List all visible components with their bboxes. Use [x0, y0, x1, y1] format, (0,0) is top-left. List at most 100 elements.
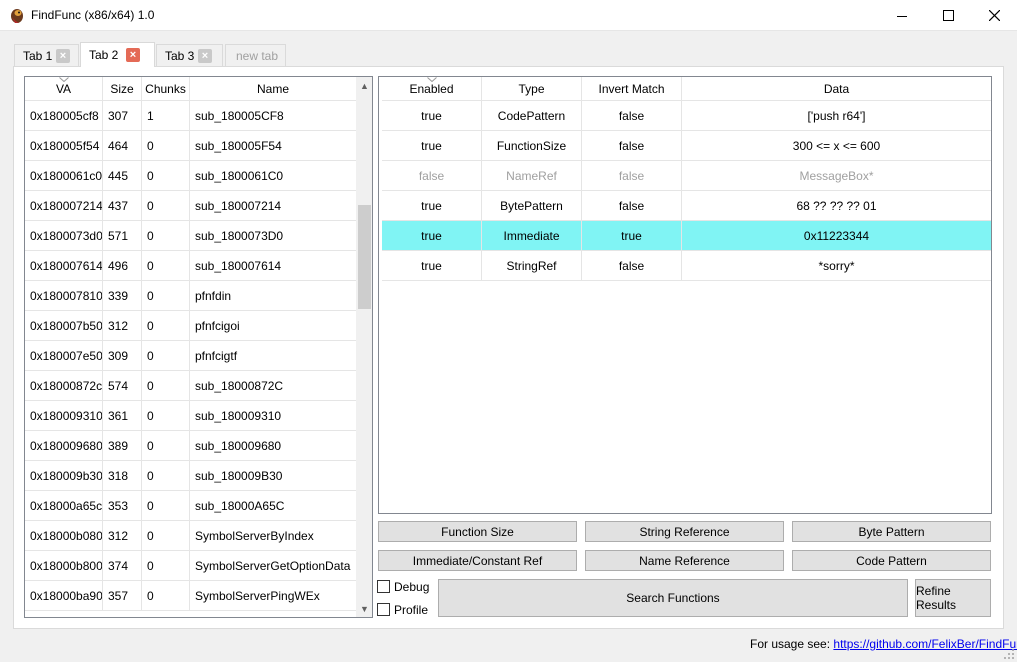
- table-row[interactable]: 0x180005f54 464 0 sub_180005F54: [25, 131, 356, 161]
- column-header-label: Chunks: [145, 82, 186, 96]
- window-title: FindFunc (x86/x64) 1.0: [31, 8, 155, 22]
- column-header-va[interactable]: VA: [25, 77, 103, 101]
- table-row[interactable]: 0x180007e50 309 0 pfnfcigtf: [25, 341, 356, 371]
- table-row[interactable]: 0x180009b30 318 0 sub_180009B30: [25, 461, 356, 491]
- functions-table[interactable]: VA Size Chunks Name 0x180005cf8 307 1 sub_1…: [24, 76, 373, 618]
- cell-name: sub_180005F54: [195, 138, 282, 153]
- cell-va: 0x18000a65c: [25, 491, 103, 520]
- cell-name: sub_180009310: [195, 408, 282, 423]
- cell-size: 353: [103, 491, 142, 520]
- cell-size: 496: [103, 251, 142, 280]
- search-functions-button[interactable]: Search Functions: [438, 579, 908, 617]
- string-reference-button[interactable]: String Reference: [585, 521, 784, 542]
- table-row[interactable]: 0x180007b50 312 0 pfnfcigoi: [25, 311, 356, 341]
- table-row[interactable]: 0x18000ba90 357 0 SymbolServerPingWEx: [25, 581, 356, 611]
- title-bar: FindFunc (x86/x64) 1.0: [0, 0, 1017, 31]
- cell-name: sub_1800073D0: [195, 228, 284, 243]
- usage-link[interactable]: https://github.com/FelixBer/FindFunc: [833, 637, 1017, 651]
- profile-checkbox[interactable]: [377, 603, 390, 616]
- cell-chunks: 0: [142, 521, 190, 550]
- close-button[interactable]: [971, 0, 1017, 31]
- tab-2[interactable]: Tab 2 ×: [80, 42, 155, 67]
- rule-row[interactable]: true StringRef false *sorry*: [382, 251, 991, 281]
- column-header-size[interactable]: Size: [103, 77, 142, 101]
- table-row[interactable]: 0x180007614 496 0 sub_180007614: [25, 251, 356, 281]
- cell-invert: false: [582, 191, 682, 220]
- cell-invert: false: [582, 161, 682, 190]
- cell-enabled: true: [382, 131, 482, 160]
- cell-chunks: 0: [142, 461, 190, 490]
- rule-row[interactable]: false NameRef false MessageBox*: [382, 161, 991, 191]
- column-header-label: Invert Match: [598, 82, 665, 96]
- cell-size: 574: [103, 371, 142, 400]
- cell-size: 312: [103, 311, 142, 340]
- refine-results-button[interactable]: Refine Results: [915, 579, 991, 617]
- scrollbar-thumb[interactable]: [358, 205, 371, 309]
- cell-chunks: 0: [142, 221, 190, 250]
- cell-name: sub_18000A65C: [195, 498, 285, 513]
- cell-data: 300 <= x <= 600: [792, 138, 881, 153]
- immediate-constant-ref-button[interactable]: Immediate/Constant Ref: [378, 550, 577, 571]
- rule-row[interactable]: true CodePattern false ['push r64']: [382, 101, 991, 131]
- column-header-invert-match[interactable]: Invert Match: [582, 77, 682, 101]
- tab-close-icon[interactable]: ×: [198, 49, 212, 63]
- rules-table[interactable]: Enabled Type Invert Match Data true CodeP…: [378, 76, 992, 514]
- table-row[interactable]: 0x180007214 437 0 sub_180007214: [25, 191, 356, 221]
- table-row[interactable]: 0x180009310 361 0 sub_180009310: [25, 401, 356, 431]
- column-header-enabled[interactable]: Enabled: [382, 77, 482, 101]
- vertical-scrollbar[interactable]: ▲ ▼: [356, 77, 372, 617]
- tab-close-icon[interactable]: ×: [126, 48, 140, 62]
- rule-row[interactable]: true Immediate true 0x11223344: [382, 221, 991, 251]
- code-pattern-button[interactable]: Code Pattern: [792, 550, 991, 571]
- cell-chunks: 0: [142, 281, 190, 310]
- cell-chunks: 0: [142, 191, 190, 220]
- rule-row[interactable]: true BytePattern false 68 ?? ?? ?? 01: [382, 191, 991, 221]
- table-row[interactable]: 0x1800073d0 571 0 sub_1800073D0: [25, 221, 356, 251]
- name-reference-button[interactable]: Name Reference: [585, 550, 784, 571]
- cell-va: 0x180009310: [25, 401, 103, 430]
- cell-va: 0x180009680: [25, 431, 103, 460]
- table-row[interactable]: 0x180009680 389 0 sub_180009680: [25, 431, 356, 461]
- tab-3[interactable]: Tab 3 ×: [156, 44, 223, 66]
- cell-name: sub_180007614: [195, 258, 282, 273]
- column-header-chunks[interactable]: Chunks: [142, 77, 190, 101]
- debug-checkbox[interactable]: [377, 580, 390, 593]
- tab-close-icon[interactable]: ×: [56, 49, 70, 63]
- column-header-type[interactable]: Type: [482, 77, 582, 101]
- maximize-button[interactable]: [925, 0, 971, 31]
- cell-chunks: 0: [142, 131, 190, 160]
- scroll-down-icon[interactable]: ▼: [356, 600, 372, 617]
- table-row[interactable]: 0x18000a65c 353 0 sub_18000A65C: [25, 491, 356, 521]
- rule-row[interactable]: true FunctionSize false 300 <= x <= 600: [382, 131, 991, 161]
- debug-label: Debug: [394, 580, 430, 594]
- sort-arrow-icon: [426, 77, 437, 82]
- cell-size: 374: [103, 551, 142, 580]
- table-row[interactable]: 0x18000b800 374 0 SymbolServerGetOptionData: [25, 551, 356, 581]
- cell-chunks: 1: [142, 101, 190, 130]
- table-row[interactable]: 0x1800061c0 445 0 sub_1800061C0: [25, 161, 356, 191]
- tab-label: Tab 3: [165, 48, 195, 63]
- tab-new[interactable]: new tab: [225, 44, 286, 66]
- cell-chunks: 0: [142, 401, 190, 430]
- column-header-data[interactable]: Data: [682, 77, 991, 101]
- table-row[interactable]: 0x18000b080 312 0 SymbolServerByIndex: [25, 521, 356, 551]
- resize-grip-icon[interactable]: [1003, 648, 1015, 660]
- table-row[interactable]: 0x180007810 339 0 pfnfdin: [25, 281, 356, 311]
- minimize-button[interactable]: [879, 0, 925, 31]
- rules-table-header: Enabled Type Invert Match Data: [382, 77, 991, 101]
- cell-size: 437: [103, 191, 142, 220]
- scroll-up-icon[interactable]: ▲: [356, 77, 372, 94]
- table-row[interactable]: 0x180005cf8 307 1 sub_180005CF8: [25, 101, 356, 131]
- function-size-button[interactable]: Function Size: [378, 521, 577, 542]
- table-row[interactable]: 0x18000872c 574 0 sub_18000872C: [25, 371, 356, 401]
- tab-1[interactable]: Tab 1 ×: [14, 44, 79, 66]
- close-icon: [988, 10, 1000, 21]
- cell-chunks: 0: [142, 581, 190, 610]
- column-header-name[interactable]: Name: [190, 77, 356, 101]
- cell-name: pfnfdin: [195, 288, 232, 303]
- byte-pattern-button[interactable]: Byte Pattern: [792, 521, 991, 542]
- cell-enabled: true: [382, 221, 482, 250]
- cell-name: SymbolServerPingWEx: [195, 588, 320, 603]
- cell-size: 307: [103, 101, 142, 130]
- cell-va: 0x180007614: [25, 251, 103, 280]
